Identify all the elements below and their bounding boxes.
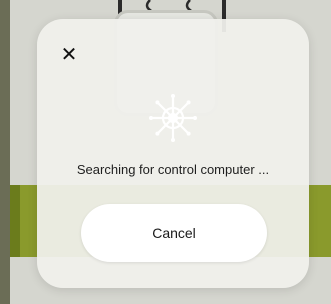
close-icon[interactable]: ✕: [60, 45, 78, 65]
cancel-button[interactable]: Cancel: [81, 204, 267, 262]
ship-wheel-icon: [149, 94, 197, 142]
background-band-edge: [10, 185, 20, 257]
connection-modal: ✕ Searching for control computer ... Can…: [37, 19, 309, 288]
status-text: Searching for control computer ...: [76, 162, 270, 177]
